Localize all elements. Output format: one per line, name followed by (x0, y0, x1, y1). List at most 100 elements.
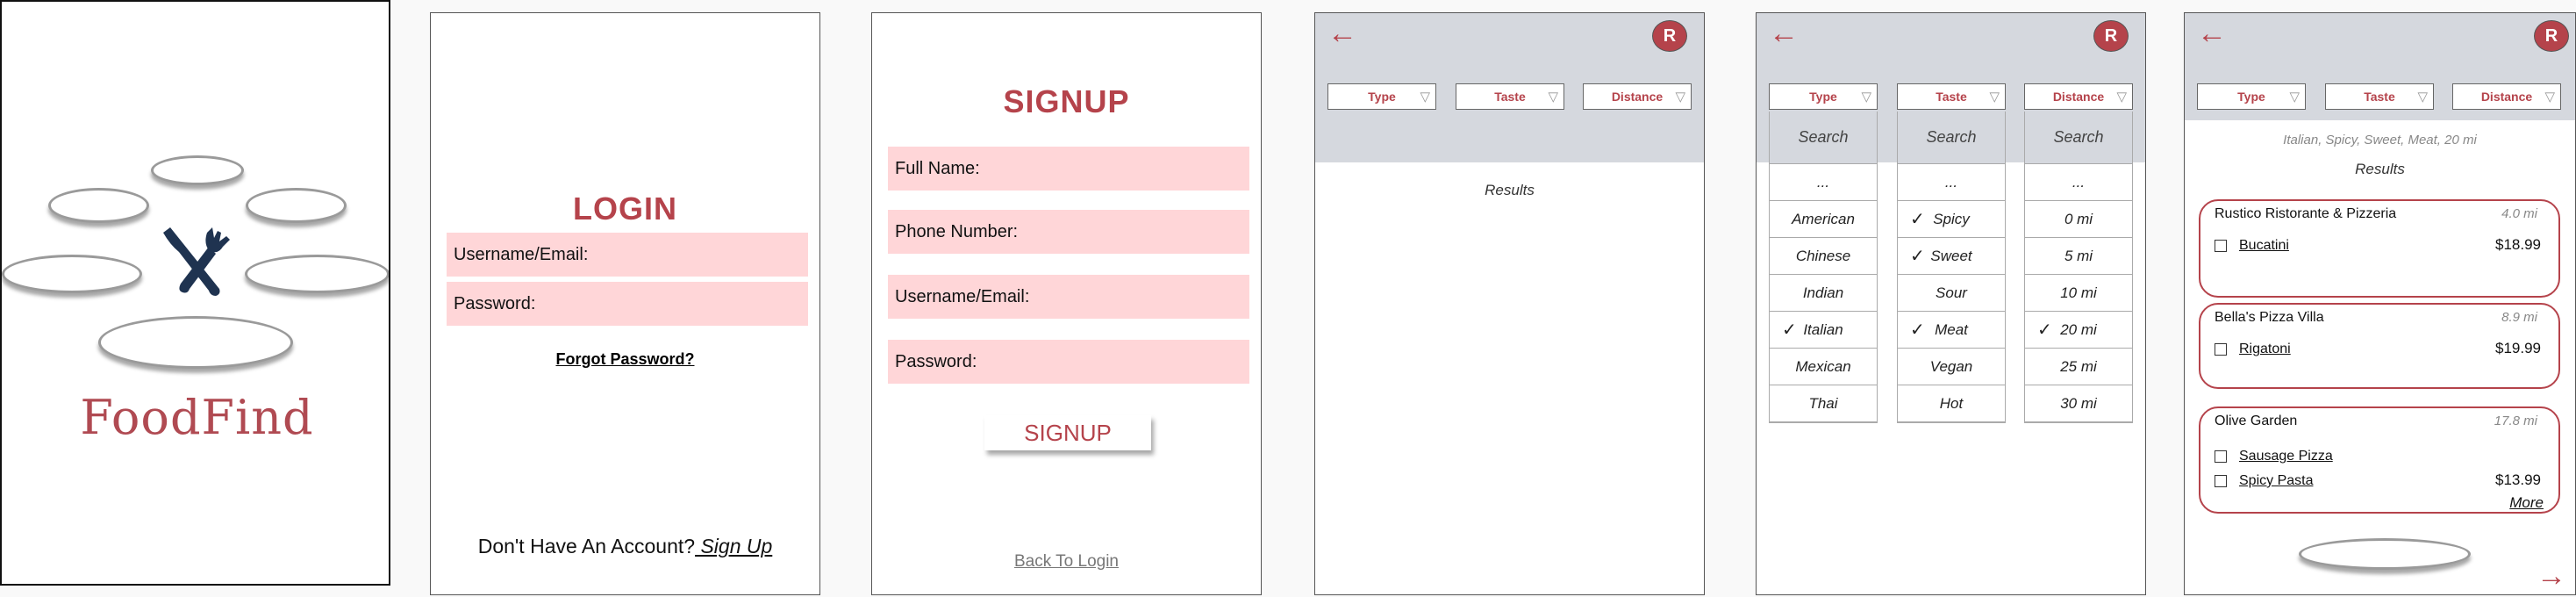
filter-option[interactable]: Hot (1898, 385, 2005, 422)
right-arrow-icon[interactable]: → (2537, 561, 2566, 591)
filter-option[interactable]: Mexican (1770, 349, 1877, 385)
search-input[interactable]: Search (1898, 111, 2005, 164)
search-input[interactable]: Search (1770, 111, 1877, 164)
option-label: 0 mi (2064, 210, 2093, 227)
login-screen: LOGIN Username/Email: Password: Forgot P… (430, 12, 820, 595)
restaurant-card[interactable]: Bella's Pizza Villa 8.9 mi Rigatoni $19.99 (2199, 303, 2560, 389)
username-field[interactable]: Username/Email: (447, 233, 808, 277)
item-checkbox[interactable] (2215, 450, 2227, 463)
phone-field[interactable]: Phone Number: (888, 210, 1249, 254)
restaurant-name: Bella's Pizza Villa (2215, 310, 2324, 325)
taste-dropdown[interactable]: Taste ▽ (1456, 83, 1564, 110)
checkmark-icon: ✓ (2037, 320, 2052, 340)
filter-option[interactable]: ✓ Italian (1770, 312, 1877, 349)
triangle-down-icon: ▽ (2289, 90, 2300, 104)
option-label: Hot (1939, 394, 1964, 412)
filter-option[interactable]: Vegan (1898, 349, 2005, 385)
option-label: Sweet (1930, 247, 1972, 264)
page-title: SIGNUP (1003, 83, 1130, 119)
left-arrow-icon[interactable]: ← (1769, 18, 1799, 48)
checkmark-icon: ✓ (1910, 210, 1925, 229)
splash-screen: FoodFind (0, 0, 390, 586)
filter-option[interactable]: Thai (1770, 385, 1877, 422)
filter-screen: ← R Type ▽ Taste ▽ Distance ▽ Search... Amer… (1756, 12, 2146, 595)
forgot-password-link[interactable]: Forgot Password? (431, 350, 819, 369)
avatar[interactable]: R (2093, 20, 2129, 52)
distance-dropdown[interactable]: Distance ▽ (2024, 83, 2133, 110)
taste-dropdown[interactable]: Taste ▽ (2325, 83, 2434, 110)
dropdown-label: Type (1809, 90, 1837, 104)
dropdown-label: Type (1368, 90, 1396, 104)
back-to-login-link[interactable]: Back To Login (872, 552, 1261, 572)
menu-item: Bucatini (2215, 238, 2289, 254)
item-checkbox[interactable] (2215, 240, 2227, 252)
field-label: Phone Number: (895, 221, 1019, 241)
checkmark-icon: ✓ (1910, 320, 1925, 340)
dropdown-label: Taste (1936, 90, 1967, 104)
taste-dropdown[interactable]: Taste ▽ (1897, 83, 2006, 110)
signup-link[interactable]: Sign Up (695, 535, 772, 557)
item-name-link[interactable]: Bucatini (2239, 238, 2289, 254)
option-label: American (1792, 210, 1855, 227)
type-options: Search... American Chinese Indian ✓ Italian Me… (1769, 111, 1878, 423)
plate-icon (98, 316, 293, 369)
triangle-down-icon: ▽ (1420, 90, 1430, 104)
results-screen: ← R Type ▽ Taste ▽ Distance ▽ Italian, Spic… (2184, 12, 2576, 595)
item-checkbox[interactable] (2215, 343, 2227, 356)
password-field[interactable]: Password: (447, 282, 808, 326)
option-label: 20 mi (2060, 320, 2097, 338)
filter-option[interactable]: Chinese (1770, 238, 1877, 275)
distance-options: Search... 0 mi 5 mi 10 mi ✓ 20 mi 25 mi 30 mi (2024, 111, 2133, 423)
plate-icon (48, 188, 149, 223)
option-label: Chinese (1795, 247, 1851, 264)
triangle-down-icon: ▽ (1548, 90, 1558, 104)
filter-option[interactable]: ✓ Sweet (1898, 238, 2005, 275)
filter-option[interactable]: Indian (1770, 275, 1877, 312)
restaurant-card[interactable]: Rustico Ristorante & Pizzeria 4.0 mi Bucat… (2199, 199, 2560, 298)
signup-button[interactable]: SIGNUP (984, 415, 1151, 450)
app-name: FoodFind (80, 390, 314, 445)
left-arrow-icon[interactable]: ← (1327, 18, 1357, 48)
field-label: Username/Email: (895, 286, 1030, 306)
item-checkbox[interactable] (2215, 475, 2227, 487)
restaurant-card[interactable]: Olive Garden 17.8 mi Sausage Pizza Spicy Pa… (2199, 406, 2560, 514)
distance-dropdown[interactable]: Distance ▽ (1583, 83, 1692, 110)
filter-option[interactable]: ✓ Spicy (1898, 201, 2005, 238)
item-price: $19.99 (2495, 340, 2541, 356)
plate-icon (245, 255, 389, 293)
filter-option[interactable]: 10 mi (2025, 275, 2132, 312)
plate-icon (2299, 538, 2471, 570)
more-link[interactable]: More (2509, 494, 2544, 512)
signup-prompt: Don't Have An Account? Sign Up (431, 535, 819, 558)
filter-option[interactable]: Sour (1898, 275, 2005, 312)
checkmark-icon: ✓ (1910, 247, 1925, 266)
distance-dropdown[interactable]: Distance ▽ (2452, 83, 2561, 110)
filter-option[interactable]: 0 mi (2025, 201, 2132, 238)
type-dropdown[interactable]: Type ▽ (1327, 83, 1436, 110)
filter-option[interactable]: ✓ 20 mi (2025, 312, 2132, 349)
avatar[interactable]: R (1652, 20, 1687, 52)
search-input[interactable]: Search (2025, 111, 2132, 164)
filter-option[interactable]: 30 mi (2025, 385, 2132, 422)
dropdown-label: Distance (2052, 90, 2105, 104)
filter-option[interactable]: American (1770, 201, 1877, 238)
option-label: Indian (1802, 284, 1844, 301)
active-filters: Italian, Spicy, Sweet, Meat, 20 mi (2283, 133, 2477, 147)
filter-option[interactable]: ✓ Meat (1898, 312, 2005, 349)
left-arrow-icon[interactable]: ← (2197, 18, 2227, 48)
dropdown-label: Distance (2480, 90, 2533, 104)
option-label: 25 mi (2060, 357, 2097, 375)
restaurant-distance: 8.9 mi (2501, 310, 2537, 325)
password-field[interactable]: Password: (888, 340, 1249, 384)
username-field[interactable]: Username/Email: (888, 275, 1249, 319)
prompt-text: Don't Have An Account? (477, 535, 696, 557)
filter-option[interactable]: 25 mi (2025, 349, 2132, 385)
fullname-field[interactable]: Full Name: (888, 147, 1249, 191)
type-dropdown[interactable]: Type ▽ (1769, 83, 1878, 110)
item-name-link[interactable]: Rigatoni (2239, 342, 2291, 357)
filter-option[interactable]: 5 mi (2025, 238, 2132, 275)
item-name-link[interactable]: Sausage Pizza (2239, 449, 2333, 464)
item-name-link[interactable]: Spicy Pasta (2239, 473, 2313, 489)
avatar[interactable]: R (2534, 20, 2569, 52)
type-dropdown[interactable]: Type ▽ (2197, 83, 2306, 110)
